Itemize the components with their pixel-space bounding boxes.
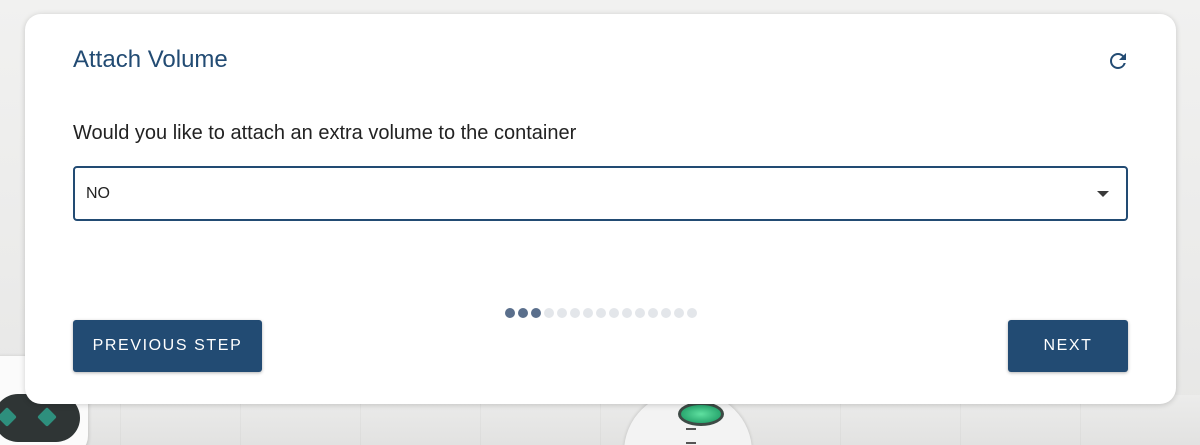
step-dot-pending: [544, 308, 554, 318]
step-dot-pending: [596, 308, 606, 318]
step-dot-completed: [505, 308, 515, 318]
attach-volume-select[interactable]: NO: [73, 166, 1128, 221]
chevron-down-icon: [1097, 191, 1109, 197]
question-label: Would you like to attach an extra volume…: [73, 122, 577, 144]
next-button[interactable]: NEXT: [1008, 320, 1128, 372]
step-dot-pending: [622, 308, 632, 318]
refresh-button[interactable]: [1105, 48, 1131, 74]
card-title: Attach Volume: [73, 46, 228, 73]
device-light: [37, 407, 57, 427]
step-dot-pending: [661, 308, 671, 318]
device-light: [0, 407, 17, 427]
step-dot-pending: [635, 308, 645, 318]
step-dot-pending: [674, 308, 684, 318]
attach-volume-card: Attach Volume Would you like to attach a…: [25, 14, 1176, 404]
previous-step-button[interactable]: PREVIOUS STEP: [73, 320, 262, 372]
step-dot-pending: [583, 308, 593, 318]
step-dot-pending: [570, 308, 580, 318]
step-progress-indicator: [505, 308, 697, 318]
step-dot-pending: [609, 308, 619, 318]
device-mark: [686, 428, 696, 444]
step-dot-pending: [687, 308, 697, 318]
refresh-icon: [1110, 53, 1126, 69]
step-dot-pending: [557, 308, 567, 318]
step-dot-completed: [531, 308, 541, 318]
step-dot-pending: [648, 308, 658, 318]
device-led: [678, 402, 724, 426]
step-dot-completed: [518, 308, 528, 318]
select-value: NO: [86, 185, 110, 202]
